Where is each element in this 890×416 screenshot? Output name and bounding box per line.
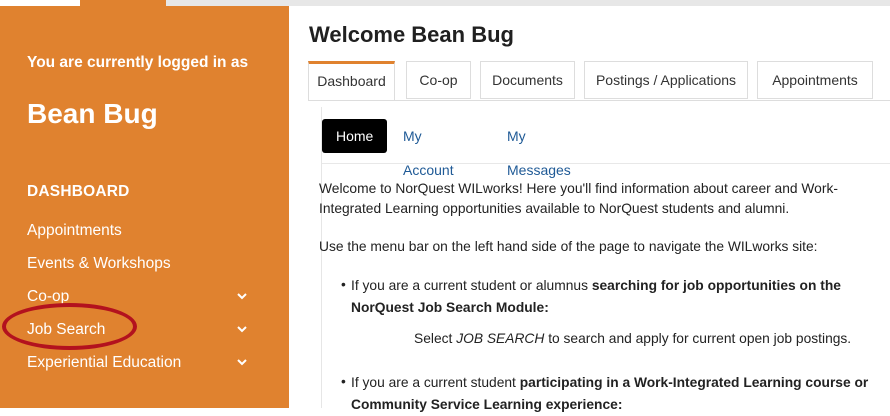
tab-panel: Home My Account My Messages Welcome to N… [319,107,890,412]
subnav-home[interactable]: Home [322,119,388,153]
bullet-text: If you are a current student [351,375,520,390]
sidebar: You are currently logged in as Bean Bug … [0,6,289,408]
main-content: Welcome Bean Bug Dashboard Co-op Documen… [289,6,890,412]
instruction-emphasis: JOB SEARCH [456,331,545,346]
chevron-down-icon[interactable] [235,355,249,369]
sidebar-item-label: Experiential Education [27,354,182,371]
tab-appointments[interactable]: Appointments [757,61,873,99]
sidebar-item-job-search[interactable]: Job Search [27,318,257,342]
subnav-my-account[interactable]: My Account [403,119,454,178]
bullet-text: If you are a current student or alumnus [351,278,592,293]
logged-in-label: You are currently logged in as [27,54,249,71]
tab-co-op[interactable]: Co-op [406,61,471,99]
sidebar-section-title: DASHBOARD [27,183,130,200]
bullet-dot: • [341,374,346,389]
chevron-down-icon[interactable] [235,322,249,336]
sidebar-item-label: Co-op [27,288,70,305]
job-search-instruction: Select JOB SEARCH to search and apply fo… [414,329,884,349]
bullet-dot: • [341,277,346,292]
tab-dashboard[interactable]: Dashboard [308,61,395,101]
page-title: Welcome Bean Bug [309,22,514,47]
tab-postings-applications[interactable]: Postings / Applications [584,61,748,99]
subnav-my-messages[interactable]: My Messages [507,119,571,178]
sidebar-item-label: Events & Workshops [27,255,171,272]
tab-documents[interactable]: Documents [480,61,575,99]
username: Bean Bug [27,98,158,129]
sidebar-item-label: Appointments [27,222,122,239]
sidebar-item-co-op[interactable]: Co-op [27,285,257,309]
chevron-down-icon[interactable] [235,289,249,303]
tab-divider [308,100,890,101]
sidebar-item-experiential-education[interactable]: Experiential Education [27,351,257,375]
sidebar-item-appointments[interactable]: Appointments [27,219,257,243]
sidebar-item-label: Job Search [27,321,106,338]
intro-text: Welcome to NorQuest WILworks! Here you'l… [319,181,838,216]
sidebar-item-events-workshops[interactable]: Events & Workshops [27,252,257,276]
navigation-hint: Use the menu bar on the left hand side o… [319,239,818,254]
instruction-text: to search and apply for current open job… [544,331,852,346]
subnav-divider [322,163,890,164]
instruction-text: Select [414,331,457,346]
